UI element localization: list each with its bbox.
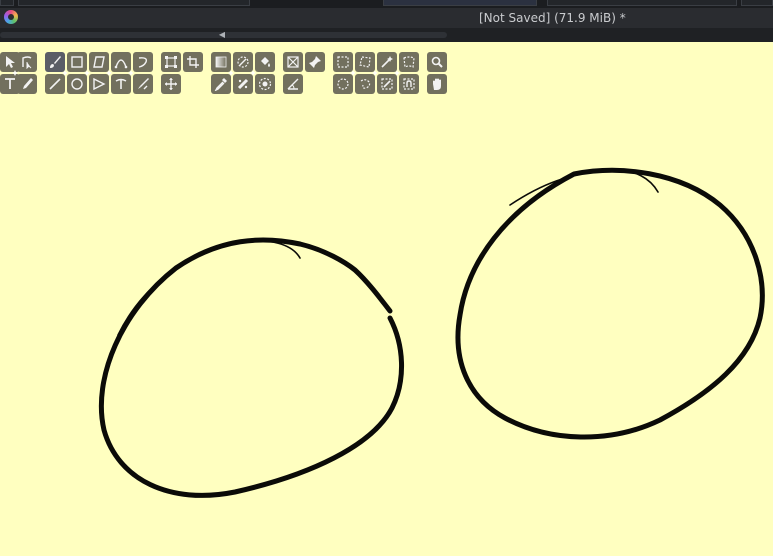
canvas-strokes bbox=[98, 167, 765, 498]
top-field-edge[interactable] bbox=[0, 0, 14, 6]
scroll-left-arrow-icon[interactable]: ◀ bbox=[217, 30, 227, 40]
document-tab-bar: [Not Saved] (71.9 MiB) * bbox=[0, 8, 773, 28]
left-circle-stroke bbox=[98, 237, 404, 498]
tool-sparkles bbox=[12, 70, 400, 76]
top-field-right[interactable] bbox=[547, 0, 737, 6]
top-field[interactable] bbox=[18, 0, 250, 6]
top-panel-strip bbox=[0, 0, 773, 8]
document-title[interactable]: [Not Saved] (71.9 MiB) * bbox=[479, 11, 626, 25]
drawing-canvas[interactable] bbox=[0, 42, 773, 556]
left-circle-tail-stroke bbox=[117, 239, 301, 336]
right-circle-stroke bbox=[455, 167, 765, 440]
top-field-end[interactable] bbox=[741, 0, 773, 6]
krita-logo-icon bbox=[4, 10, 18, 24]
top-field-active[interactable] bbox=[383, 0, 537, 6]
horizontal-scrollbar[interactable]: ◀ bbox=[0, 28, 773, 42]
